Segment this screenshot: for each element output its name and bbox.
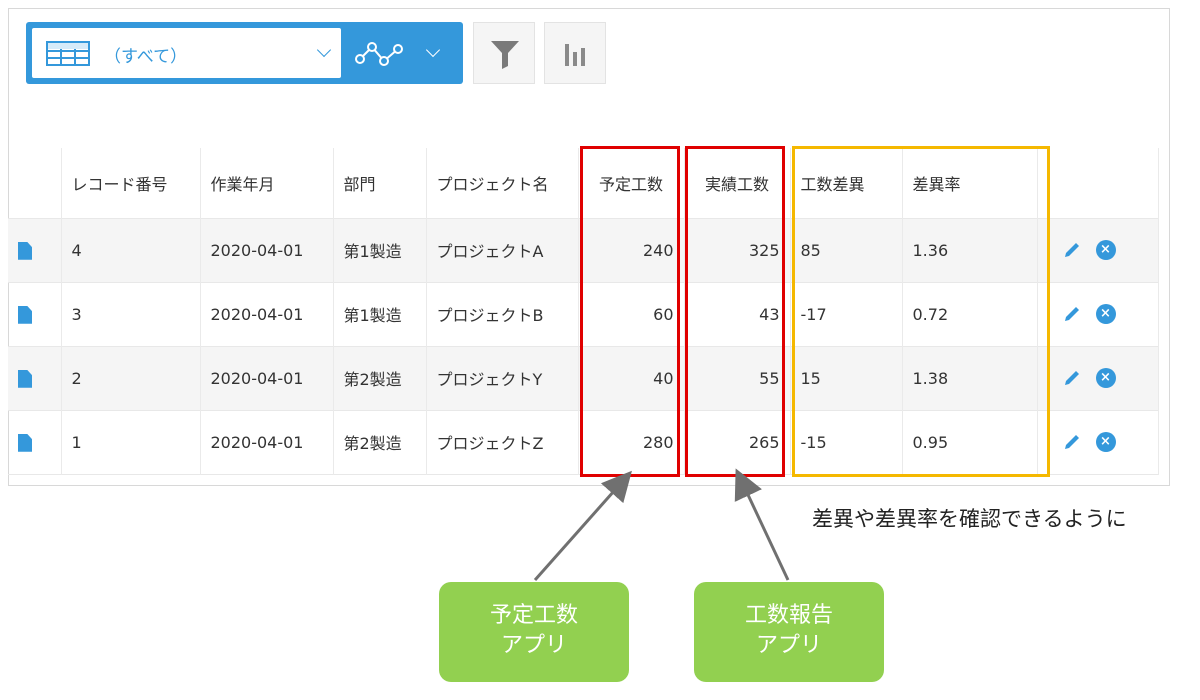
arrow-to-actual <box>734 468 790 581</box>
callout-report-app: 工数報告 アプリ <box>694 582 884 682</box>
callout-report-line1: 工数報告 <box>744 603 833 628</box>
callout-report-line2: アプリ <box>755 633 822 658</box>
arrow-to-planned <box>533 470 632 581</box>
callout-planned-app: 予定工数 アプリ <box>439 582 629 682</box>
callout-planned-line1: 予定工数 <box>489 603 578 628</box>
callout-planned-line2: アプリ <box>500 633 567 658</box>
